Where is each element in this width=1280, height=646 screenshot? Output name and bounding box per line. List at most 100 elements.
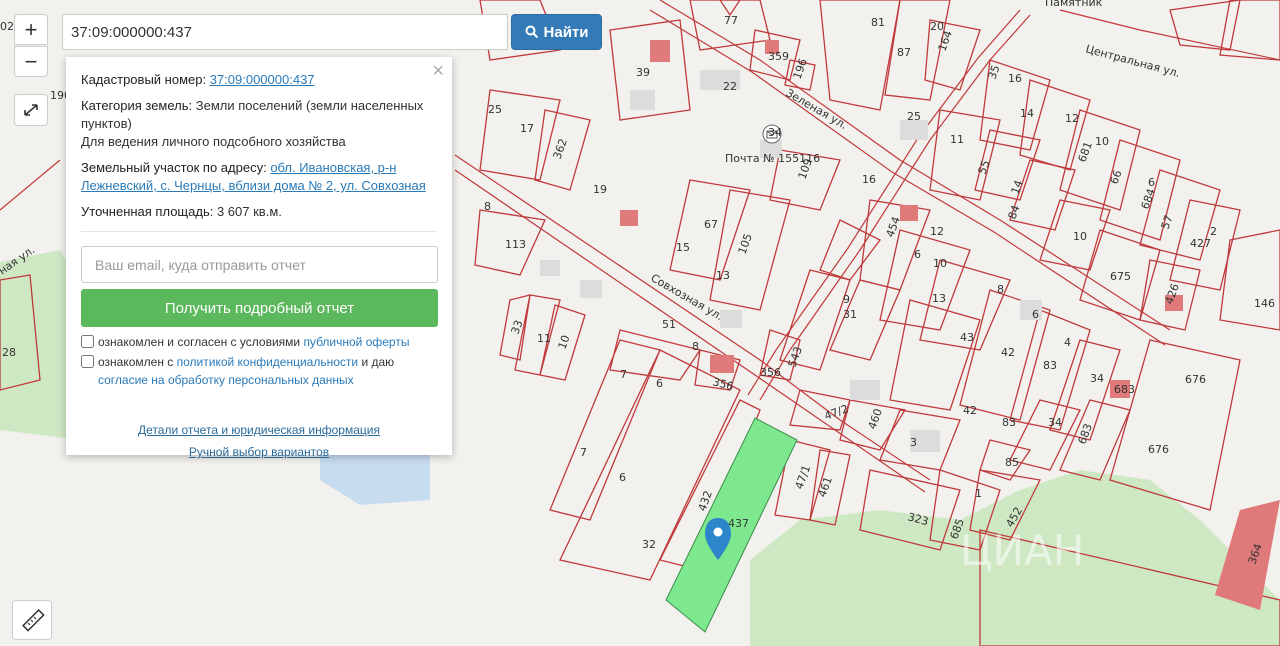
cadastral-number-row: Кадастровый номер: 37:09:000000:437 [81, 71, 437, 89]
svg-text:11: 11 [950, 133, 964, 146]
svg-text:42: 42 [963, 404, 977, 417]
svg-text:31: 31 [843, 308, 857, 321]
ruler-button[interactable] [12, 600, 52, 640]
svg-text:6: 6 [656, 377, 663, 390]
get-report-button[interactable]: Получить подробный отчет [81, 289, 438, 327]
svg-text:33: 33 [509, 318, 526, 336]
svg-text:47/2: 47/2 [823, 402, 851, 423]
svg-text:34: 34 [1090, 372, 1104, 385]
address-label: Земельный участок по адресу: [81, 160, 267, 175]
find-button-label: Найти [543, 23, 589, 41]
svg-text:1: 1 [975, 487, 982, 500]
svg-text:437: 437 [728, 517, 749, 530]
fullscreen-button[interactable] [14, 94, 48, 126]
svg-text:676: 676 [1185, 373, 1206, 386]
svg-text:356: 356 [760, 366, 781, 379]
svg-text:3: 3 [910, 436, 917, 449]
svg-text:84: 84 [1006, 203, 1023, 221]
svg-text:10: 10 [933, 257, 947, 270]
agree-privacy-label-2: и даю [358, 355, 395, 369]
agree-offer-text: ознакомлен и согласен с условиями публич… [98, 333, 409, 351]
zoom-in-button[interactable]: + [14, 14, 48, 45]
cadastral-search-input[interactable] [62, 14, 508, 50]
agree-offer-checkbox[interactable] [81, 335, 94, 348]
watermark: ЦИАН [960, 526, 1084, 575]
svg-text:15: 15 [676, 241, 690, 254]
svg-text:10: 10 [556, 333, 573, 351]
report-details-link[interactable]: Детали отчета и юридическая информация [138, 423, 380, 437]
cadastral-number-label: Кадастровый номер: [81, 72, 207, 87]
svg-text:362: 362 [551, 137, 570, 161]
svg-text:356: 356 [711, 375, 735, 393]
svg-text:8: 8 [997, 283, 1004, 296]
public-offer-link[interactable]: публичной оферты [303, 335, 409, 349]
svg-text:19: 19 [593, 183, 607, 196]
svg-text:105: 105 [736, 232, 755, 256]
personal-data-consent-link[interactable]: согласие на обработку персональных данны… [98, 373, 354, 387]
manual-selection-link[interactable]: Ручной выбор вариантов [189, 445, 329, 459]
details-link-row: Детали отчета и юридическая информация [81, 421, 437, 439]
email-input[interactable] [81, 246, 438, 283]
svg-text:16: 16 [1008, 72, 1022, 85]
svg-text:17: 17 [520, 122, 534, 135]
svg-text:66: 66 [1108, 168, 1125, 186]
find-button[interactable]: Найти [511, 14, 602, 50]
svg-text:34: 34 [768, 126, 782, 139]
close-icon[interactable]: × [432, 61, 444, 81]
svg-text:12: 12 [1065, 112, 1079, 125]
svg-text:9: 9 [843, 293, 850, 306]
address-row: Земельный участок по адресу: обл. Иванов… [81, 159, 437, 195]
svg-text:4: 4 [1064, 336, 1071, 349]
svg-text:427: 427 [1190, 237, 1211, 250]
privacy-policy-link[interactable]: политикой конфиденциальности [177, 355, 358, 369]
svg-text:22: 22 [723, 80, 737, 93]
svg-text:42: 42 [1001, 346, 1015, 359]
svg-text:681: 681 [1076, 140, 1095, 164]
svg-text:32: 32 [642, 538, 656, 551]
svg-text:10: 10 [1073, 230, 1087, 243]
svg-text:6: 6 [1032, 308, 1039, 321]
svg-text:11: 11 [537, 332, 551, 345]
svg-text:13: 13 [932, 292, 946, 305]
zoom-out-button[interactable]: − [14, 46, 48, 77]
svg-text:25: 25 [907, 110, 921, 123]
svg-text:35: 35 [986, 63, 1003, 81]
land-usage: Для ведения личного подсобного хозяйства [81, 134, 346, 149]
cadastral-number-link[interactable]: 37:09:000000:437 [210, 72, 315, 87]
svg-text:13: 13 [716, 269, 730, 282]
svg-text:81: 81 [871, 16, 885, 29]
manual-link-row: Ручной выбор вариантов [81, 443, 437, 461]
area-row: Уточненная площадь: 3 607 кв.м. [81, 203, 437, 232]
agree-privacy-checkbox[interactable] [81, 355, 94, 368]
svg-text:57: 57 [1159, 213, 1176, 231]
svg-text:461: 461 [816, 475, 835, 499]
svg-text:684: 684 [1139, 187, 1158, 211]
monument-label: Памятник [1045, 0, 1103, 9]
search-icon [525, 25, 538, 39]
street-label-green: Зеленая ул. [784, 86, 850, 132]
svg-text:25: 25 [488, 103, 502, 116]
svg-text:87: 87 [897, 46, 911, 59]
svg-text:14: 14 [1020, 107, 1034, 120]
svg-text:6: 6 [619, 471, 626, 484]
area-label: Уточненная площадь: [81, 204, 214, 219]
svg-text:77: 77 [724, 14, 738, 27]
svg-text:02: 02 [0, 20, 14, 33]
svg-text:83: 83 [1043, 359, 1057, 372]
area-value: 3 607 кв.м. [216, 204, 282, 219]
land-category-label: Категория земель: [81, 98, 193, 113]
svg-text:146: 146 [1254, 297, 1275, 310]
svg-text:359: 359 [768, 50, 789, 63]
svg-text:2: 2 [1210, 225, 1217, 238]
svg-text:6: 6 [1148, 176, 1155, 189]
svg-text:10: 10 [1095, 135, 1109, 148]
svg-text:454: 454 [884, 215, 903, 239]
agree-privacy-row: ознакомлен с политикой конфиденциальност… [81, 353, 437, 389]
svg-text:47/1: 47/1 [793, 463, 814, 491]
svg-text:43: 43 [960, 331, 974, 344]
ruler-icon [22, 609, 45, 632]
land-category-row: Категория земель: Земли поселений (земли… [81, 97, 437, 133]
expand-icon [24, 104, 38, 116]
svg-text:676: 676 [1148, 443, 1169, 456]
svg-text:113: 113 [505, 238, 526, 251]
